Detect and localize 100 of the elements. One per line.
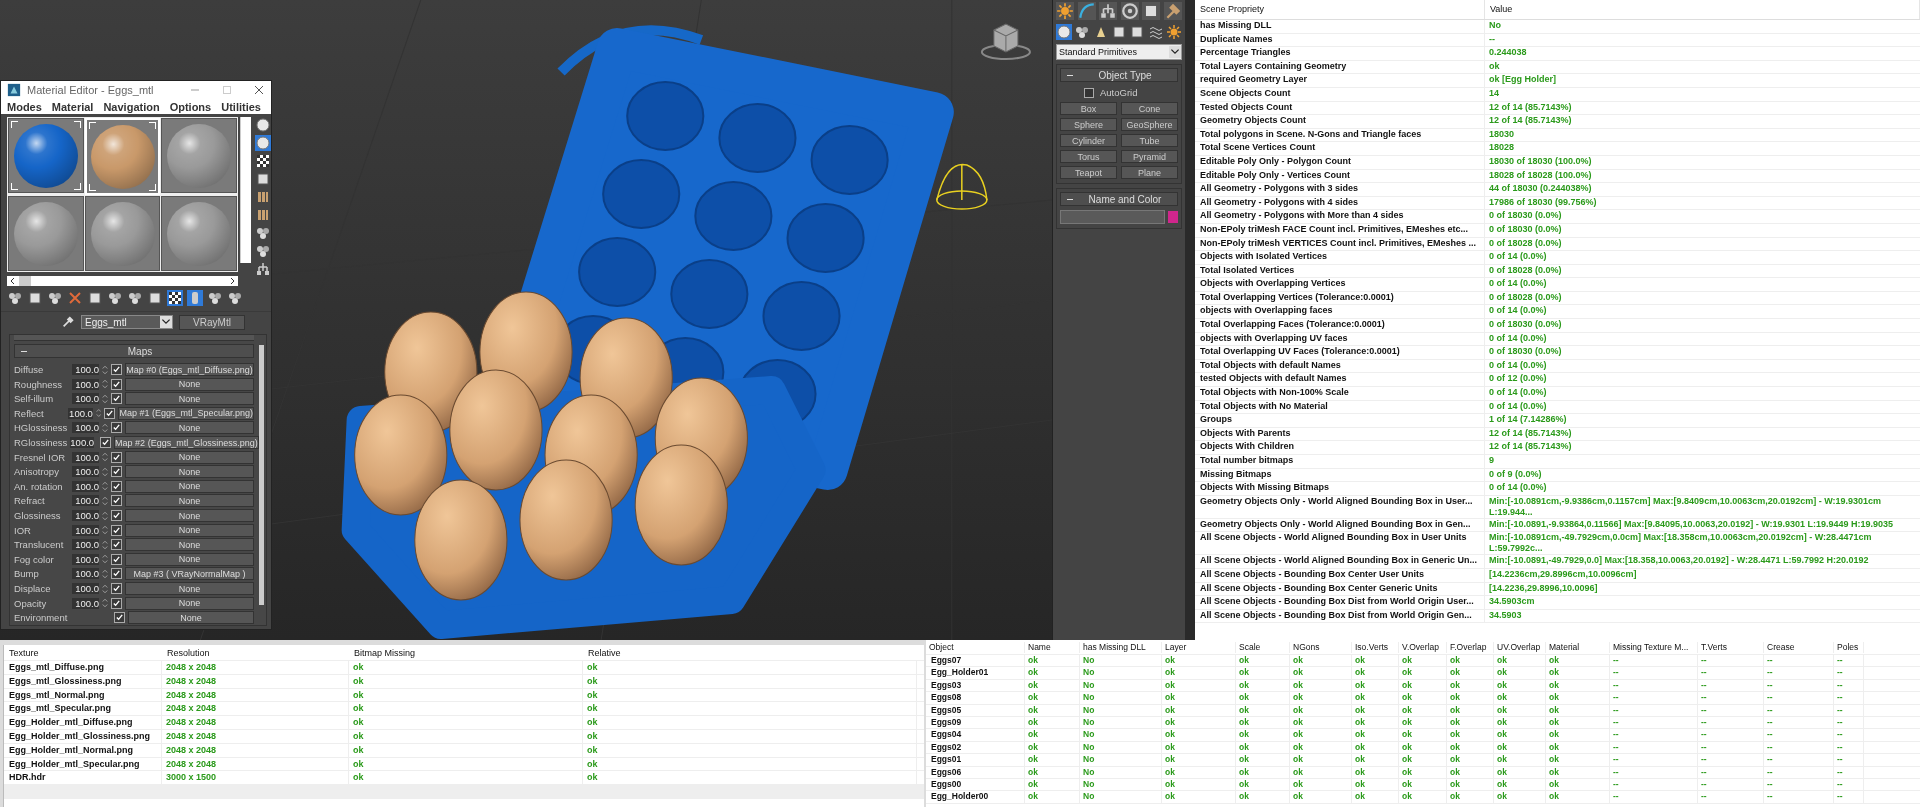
map-button[interactable]: None: [125, 479, 254, 493]
hierarchy-icon[interactable]: [1099, 2, 1118, 20]
map-checkbox[interactable]: [111, 583, 122, 594]
sphere-icon[interactable]: [255, 117, 271, 134]
amount-field[interactable]: 100.0: [72, 466, 99, 478]
column-header[interactable]: V.Overlap: [1399, 641, 1447, 653]
caret-icon[interactable]: [160, 316, 172, 329]
light-helper-icon[interactable]: [936, 163, 988, 210]
horizontal-scrollbar[interactable]: [7, 276, 239, 287]
delete-icon[interactable]: [67, 289, 83, 306]
column-header[interactable]: Poles: [1834, 641, 1864, 653]
map-button[interactable]: None: [125, 377, 254, 391]
map-checkbox[interactable]: [111, 597, 122, 609]
menu-item[interactable]: Options: [169, 101, 212, 113]
column-header[interactable]: UV.Overlap: [1494, 641, 1546, 653]
map-button[interactable]: None: [125, 494, 254, 508]
map-checkbox[interactable]: [111, 510, 122, 522]
column-header[interactable]: Iso.Verts: [1352, 641, 1399, 653]
category-dropdown[interactable]: Standard Primitives: [1056, 44, 1182, 60]
amount-field[interactable]: 100.0: [72, 597, 99, 609]
shapes-icon[interactable]: [1074, 24, 1091, 40]
egg-carton-drawing[interactable]: [341, 25, 954, 639]
sample-slot[interactable]: [161, 118, 238, 194]
column-header[interactable]: Bitmap Missing: [349, 646, 583, 659]
map-button[interactable]: None: [125, 509, 254, 523]
dotted-tree-icon[interactable]: [255, 261, 271, 278]
checker-icon[interactable]: [167, 289, 183, 306]
primitive-button[interactable]: Teapot: [1060, 166, 1117, 179]
column-header[interactable]: Relative: [583, 646, 917, 659]
map-button[interactable]: None: [128, 611, 254, 625]
column-header[interactable]: T.Verts: [1698, 641, 1764, 653]
primitive-button[interactable]: Tube: [1121, 134, 1178, 147]
menu-item[interactable]: Modes: [7, 101, 42, 113]
primitive-button[interactable]: Plane: [1121, 166, 1178, 179]
sample-slot[interactable]: [8, 196, 84, 272]
primitive-button[interactable]: Cone: [1121, 102, 1178, 115]
amount-field[interactable]: 100.0: [72, 495, 99, 507]
map-checkbox[interactable]: [111, 466, 122, 478]
hammer-icon[interactable]: [1163, 2, 1182, 20]
waves-icon[interactable]: [1147, 24, 1164, 40]
column-header[interactable]: Resolution: [162, 646, 349, 659]
column-header[interactable]: NGons: [1290, 641, 1352, 653]
primitive-button[interactable]: Pyramid: [1121, 150, 1178, 163]
column-header[interactable]: Missing Texture M...: [1610, 641, 1698, 653]
map-button[interactable]: None: [125, 450, 254, 464]
amount-field[interactable]: 100.0: [72, 524, 99, 536]
sphere-icon[interactable]: [255, 135, 271, 152]
map-button[interactable]: Map #1 (Eggs_mtl_Specular.png): [118, 406, 254, 420]
square-icon[interactable]: [255, 171, 271, 188]
map-checkbox[interactable]: [111, 364, 122, 376]
map-button[interactable]: None: [125, 538, 254, 552]
autogrid-checkbox[interactable]: [1084, 87, 1094, 98]
map-checkbox[interactable]: [104, 407, 116, 419]
amount-field[interactable]: 100.0: [72, 393, 99, 405]
column-header[interactable]: F.Overlap: [1447, 641, 1494, 653]
column-header[interactable]: Value: [1485, 0, 1920, 19]
vertical-scrollbar[interactable]: [259, 345, 264, 606]
sample-slot[interactable]: [84, 196, 161, 272]
amount-field[interactable]: 100.0: [72, 451, 99, 463]
disc-icon[interactable]: [1120, 2, 1139, 20]
map-checkbox[interactable]: [111, 495, 122, 507]
map-checkbox[interactable]: [111, 480, 122, 492]
sample-slot[interactable]: [161, 196, 238, 272]
map-checkbox[interactable]: [111, 451, 122, 463]
column-header[interactable]: has Missing DLL: [1080, 641, 1162, 653]
rollout-header[interactable]: Name and Color: [1060, 192, 1178, 206]
amount-field[interactable]: 100.0: [72, 422, 99, 434]
column-header[interactable]: Name: [1025, 641, 1080, 653]
checker-icon[interactable]: [255, 153, 271, 170]
primitive-button[interactable]: Torus: [1060, 150, 1117, 163]
primitive-button[interactable]: GeoSphere: [1121, 118, 1178, 131]
map-checkbox[interactable]: [114, 612, 125, 624]
sun-icon[interactable]: [1056, 2, 1074, 20]
primitive-button[interactable]: Sphere: [1060, 118, 1117, 131]
object-name-field[interactable]: [1060, 210, 1165, 224]
viewport[interactable]: [0, 0, 1052, 640]
curve-icon[interactable]: [1077, 2, 1096, 20]
amount-field[interactable]: 100.0: [72, 364, 99, 376]
map-button[interactable]: None: [125, 523, 254, 537]
vertical-scrollbar[interactable]: [240, 117, 251, 264]
amount-field[interactable]: 100.0: [72, 510, 99, 522]
map-checkbox[interactable]: [111, 393, 122, 405]
menu-item[interactable]: Navigation: [103, 101, 160, 113]
amount-field[interactable]: 100.0: [72, 378, 99, 390]
amount-field[interactable]: 100.0: [72, 553, 99, 565]
amount-field[interactable]: 100.0: [72, 539, 99, 551]
column-header[interactable]: Crease: [1764, 641, 1834, 653]
view-cube-icon[interactable]: [980, 23, 1031, 60]
amount-field[interactable]: 100.0: [70, 437, 95, 449]
sphere-icon[interactable]: [1056, 24, 1072, 40]
map-checkbox[interactable]: [111, 524, 122, 536]
map-button[interactable]: None: [125, 421, 254, 435]
map-checkbox[interactable]: [111, 553, 122, 565]
sample-slot[interactable]: [8, 118, 84, 194]
material-type-button[interactable]: VRayMtl: [179, 314, 245, 330]
map-checkbox[interactable]: [111, 568, 122, 580]
spheres-icon[interactable]: [255, 243, 271, 260]
column-header[interactable]: Layer: [1162, 641, 1236, 653]
material-name-dropdown[interactable]: Eggs_mtl: [81, 315, 173, 330]
square-icon[interactable]: [147, 289, 163, 306]
